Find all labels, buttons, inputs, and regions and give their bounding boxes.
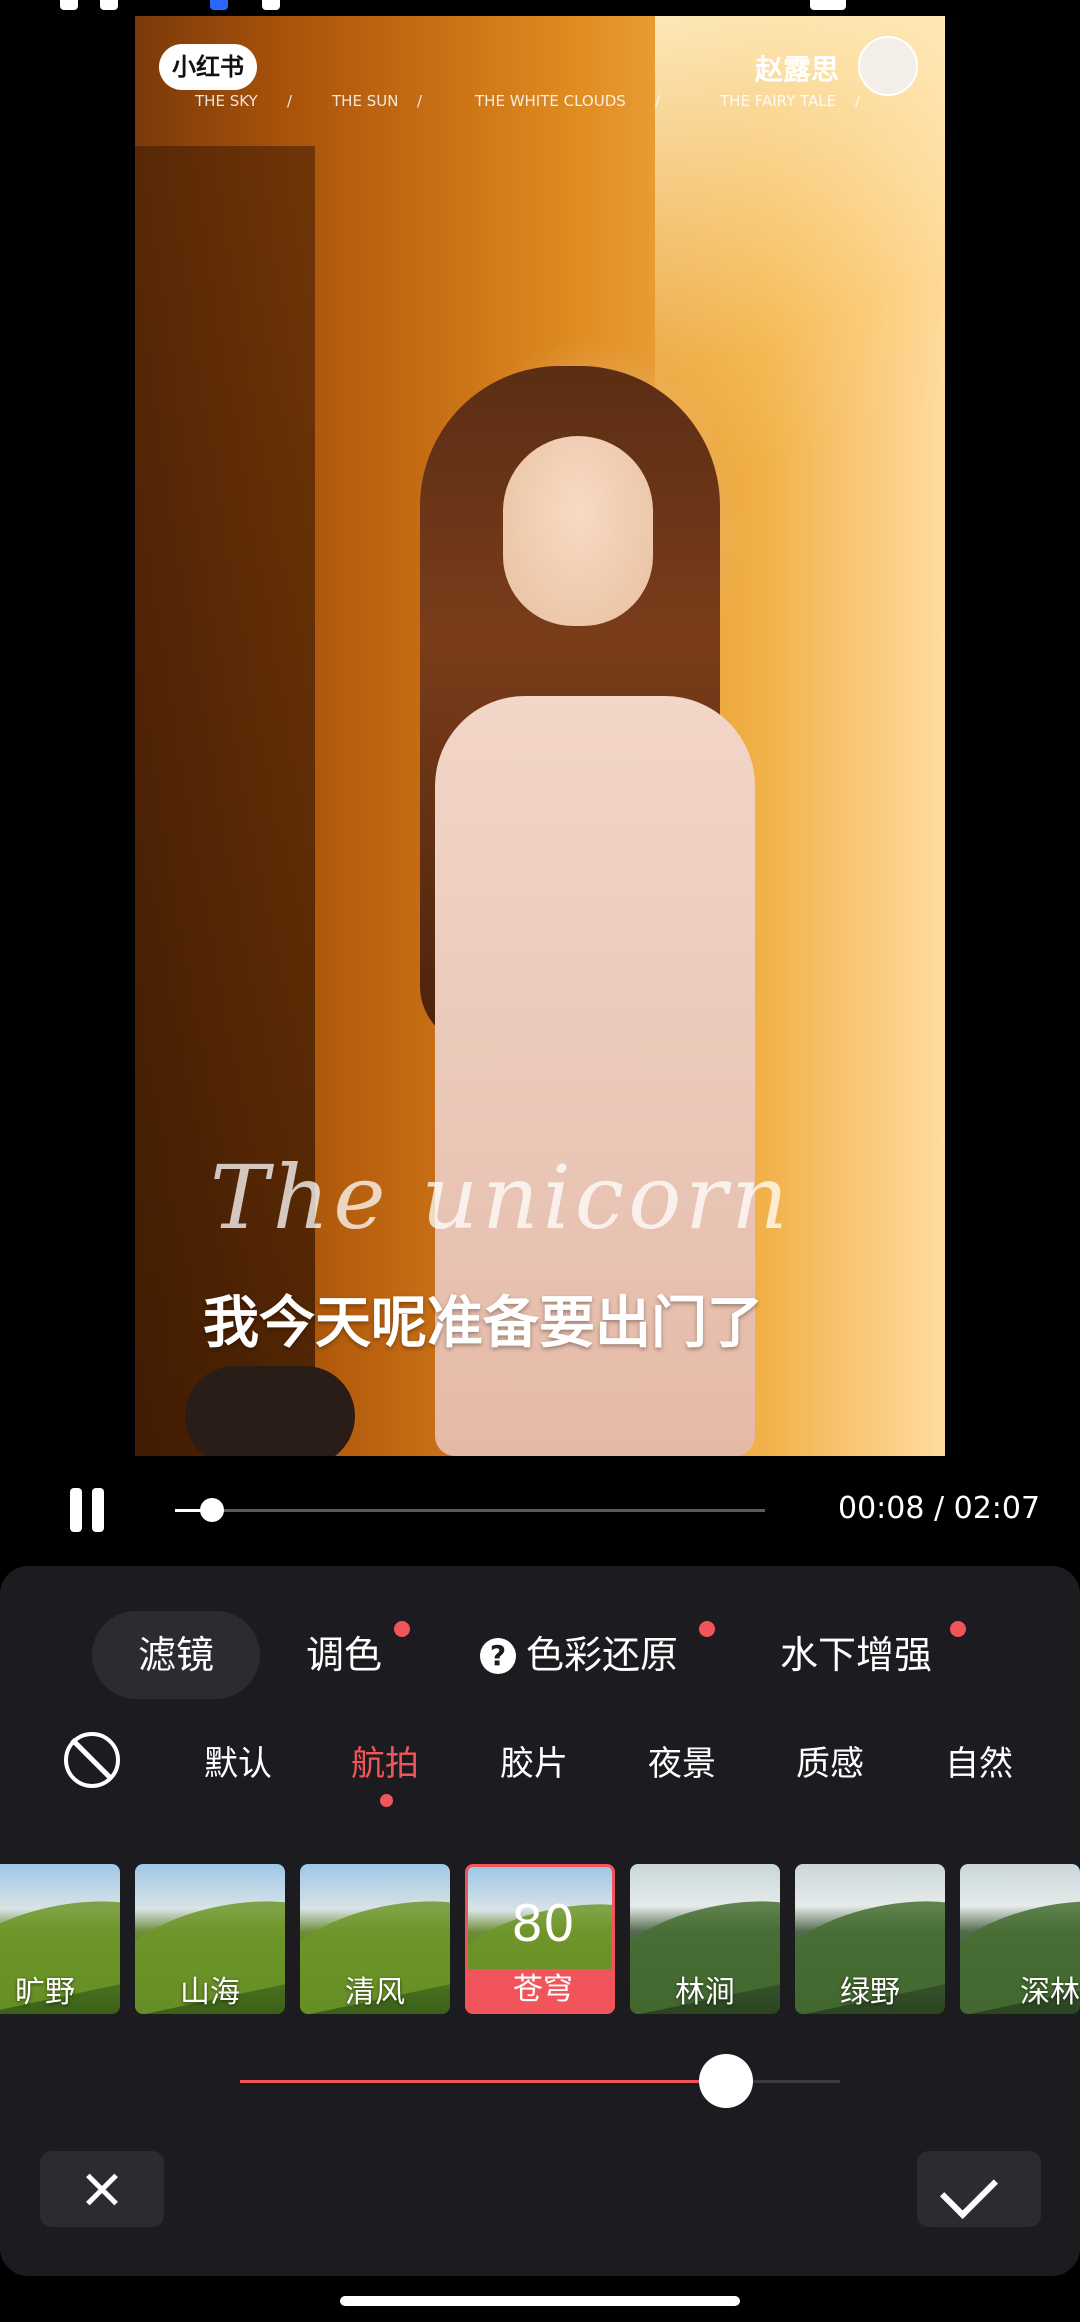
watermark-nav-item: THE FAIRY TALE — [720, 92, 837, 110]
status-icon — [100, 0, 118, 10]
filter-strength-value: 80 — [511, 1895, 575, 1953]
category-selected-dot — [380, 1794, 393, 1807]
status-icon — [210, 0, 228, 10]
category-film[interactable]: 胶片 — [500, 1736, 568, 1785]
filter-thumb-label: 山海 — [180, 1975, 240, 2010]
watermark-script-text: The unicorn — [210, 1146, 792, 1249]
checkmark-icon — [940, 2161, 998, 2219]
filter-thumb-label: 林涧 — [675, 1975, 735, 2010]
help-icon[interactable]: ? — [480, 1638, 516, 1674]
playback-time: 00:08 / 02:07 — [838, 1491, 1041, 1526]
tab-color-restore-new-dot — [699, 1621, 715, 1637]
playback-scrubber-handle[interactable] — [200, 1498, 225, 1522]
playback-scrubber[interactable] — [175, 1498, 765, 1522]
filter-thumb[interactable]: 绿野 — [795, 1864, 945, 2014]
filter-thumb-selected[interactable]: 80 苍穹 — [465, 1864, 615, 2014]
no-filter-icon[interactable] — [64, 1732, 120, 1788]
watermark-nav-item: THE WHITE CLOUDS — [475, 92, 626, 110]
pause-icon — [92, 1488, 104, 1532]
category-night[interactable]: 夜景 — [648, 1736, 716, 1785]
tab-filter[interactable]: 滤镜 — [92, 1611, 261, 1699]
filter-thumb[interactable]: 林涧 — [630, 1864, 780, 2014]
author-avatar — [858, 36, 918, 96]
tab-adjust-new-dot — [394, 1621, 410, 1637]
home-indicator[interactable] — [340, 2296, 740, 2306]
filter-thumb-label: 苍穹 — [468, 1969, 612, 2011]
filter-thumb[interactable]: 清风 — [300, 1864, 450, 2014]
filter-thumb[interactable]: 旷野 — [0, 1864, 120, 2014]
status-icon — [810, 0, 846, 10]
watermark-nav-separator: / — [417, 92, 423, 110]
video-foreground — [185, 1366, 355, 1456]
filter-thumb-label: 旷野 — [15, 1975, 75, 2010]
filter-intensity-fill — [240, 2080, 726, 2083]
category-texture[interactable]: 质感 — [796, 1736, 864, 1785]
watermark-nav-item: THE SKY — [195, 92, 258, 110]
confirm-button[interactable] — [917, 2151, 1041, 2227]
pause-icon — [70, 1488, 82, 1532]
filter-panel: 滤镜 调色 ? 色彩还原 水下增强 默认 航拍 胶片 夜景 质感 自然 旷野 山海… — [0, 1566, 1080, 2276]
filter-thumb-label: 清风 — [345, 1975, 405, 2010]
filter-thumb[interactable]: 深林 — [960, 1864, 1080, 2014]
watermark-nav-separator: / — [655, 92, 661, 110]
filter-thumb[interactable]: 山海 — [135, 1864, 285, 2014]
video-wall — [135, 146, 315, 1456]
tab-adjust[interactable]: 调色 — [306, 1611, 382, 1699]
category-default[interactable]: 默认 — [204, 1736, 272, 1785]
tab-color-restore-label: 色彩还原 — [526, 1633, 679, 1677]
watermark-nav: THE SKY / THE SUN / THE WHITE CLOUDS / T… — [135, 92, 945, 116]
watermark-nav-separator: / — [855, 92, 861, 110]
category-aerial[interactable]: 航拍 — [351, 1736, 419, 1785]
video-person-face — [503, 436, 653, 626]
status-icon — [262, 0, 280, 10]
tab-color-restore[interactable]: ? 色彩还原 — [480, 1611, 678, 1699]
video-subtitle: 我今天呢准备要出门了 — [203, 1291, 763, 1356]
filter-intensity-slider[interactable] — [240, 2054, 840, 2108]
watermark-nav-item: THE SUN — [332, 92, 399, 110]
watermark-nav-separator: / — [287, 92, 293, 110]
status-icon — [60, 0, 78, 10]
pause-button[interactable] — [58, 1480, 118, 1540]
filter-thumb-label: 深林 — [1020, 1975, 1080, 2010]
category-nature[interactable]: 自然 — [945, 1736, 1013, 1785]
tab-underwater[interactable]: 水下增强 — [780, 1611, 932, 1699]
cancel-button[interactable] — [40, 2151, 164, 2227]
tab-underwater-new-dot — [950, 1621, 966, 1637]
xiaohongshu-logo: 小红书 — [159, 44, 257, 90]
filter-thumb-label: 绿野 — [840, 1975, 900, 2010]
filter-intensity-handle[interactable] — [699, 2054, 753, 2108]
video-preview[interactable]: 小红书 赵露思 THE SKY / THE SUN / THE WHITE CL… — [135, 16, 945, 1456]
author-name: 赵露思 — [755, 53, 840, 86]
